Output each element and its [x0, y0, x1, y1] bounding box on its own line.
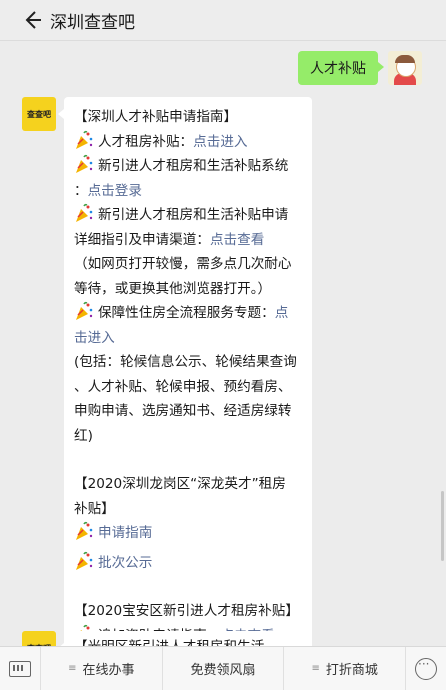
chat-header: 深圳查查吧	[0, 0, 446, 41]
bot-avatar[interactable]: 查查吧	[22, 97, 56, 131]
user-message-bubble: 人才补贴	[298, 51, 384, 85]
user-avatar[interactable]	[388, 51, 422, 85]
chat-title: 深圳查查吧	[50, 12, 135, 33]
item-text: 保障性住房全流程服务专题：	[98, 305, 275, 321]
chat-area[interactable]: 人才补贴 查查吧 【深圳人才补贴申请指南】 人才租房补贴：点击进入 新引进人才租…	[0, 41, 446, 646]
scrollbar-thumb[interactable]	[441, 491, 444, 561]
paren-text: (包括：轮候信息公示、轮候结果查询	[74, 354, 297, 370]
item-link[interactable]: 批次公示	[98, 555, 152, 571]
item-link[interactable]: 点击登录	[88, 183, 142, 199]
menu-label: 打折商城	[325, 663, 378, 678]
item-text: 新引进人才租房和生活补贴系统	[98, 158, 289, 174]
paren-text: 申购申请、选房通知书、经适房绿转	[74, 403, 292, 419]
menu-label: 免费领风扇	[190, 663, 256, 678]
item-text: 人才租房补贴：	[98, 133, 194, 150]
item-link[interactable]: 点	[275, 305, 289, 321]
party-popper-icon	[76, 301, 93, 320]
menu-lines-icon: ≡	[68, 663, 77, 674]
user-message-row: 人才补贴	[298, 51, 422, 85]
item-link[interactable]: 申请指南	[98, 525, 152, 541]
item-text: 详细指引及申请渠道：	[74, 231, 210, 248]
paren-text: 红)	[74, 427, 93, 444]
section-heading: 【光明区新引进人才租房和生活	[74, 635, 302, 646]
bot-avatar[interactable]: 查查吧	[22, 631, 56, 646]
menu-item-free-fan[interactable]: 免费领风扇	[163, 647, 285, 690]
note-text: （如网页打开较慢，需多点几次耐心	[74, 256, 292, 272]
menu-label: 在线办事	[82, 663, 135, 678]
menu-item-online-service[interactable]: ≡ 在线办事	[41, 647, 163, 690]
party-popper-icon	[76, 521, 93, 540]
item-text: 新引进人才租房和生活补贴申请	[98, 207, 289, 223]
section-heading: 【2020深圳龙岗区“深龙英才”租房	[74, 476, 286, 492]
section-heading: 【深圳人才补贴申请指南】	[74, 109, 238, 125]
bot-message-bubble: 【光明区新引进人才租房和生活	[58, 631, 312, 646]
note-text: 等待，或更换其他浏览器打开。）	[74, 280, 272, 297]
party-popper-icon	[76, 203, 93, 222]
section-heading: 补贴】	[74, 500, 115, 517]
item-link[interactable]: 击进入	[74, 330, 115, 346]
party-popper-icon	[76, 551, 93, 570]
bot-message-bubble: 【深圳人才补贴申请指南】 人才租房补贴：点击进入 新引进人才租房和生活补贴系统 …	[58, 97, 312, 646]
party-popper-icon	[76, 130, 93, 149]
more-options-icon[interactable]	[406, 647, 446, 690]
menu-lines-icon: ≡	[311, 663, 320, 674]
paren-text: 、人才补贴、轮候申报、预约看房、	[74, 378, 292, 395]
keyboard-toggle-icon[interactable]	[0, 647, 41, 690]
section-heading: 【2020宝安区新引进人才租房补贴】	[74, 603, 299, 619]
item-link[interactable]: 点击进入	[193, 134, 247, 150]
bottom-menu-bar: ≡ 在线办事 免费领风扇 ≡ 打折商城	[0, 646, 446, 690]
back-arrow-icon[interactable]	[22, 10, 42, 30]
item-link[interactable]: 点击查看	[210, 232, 264, 248]
menu-item-discount-mall[interactable]: ≡ 打折商城	[284, 647, 407, 690]
item-text: ：	[74, 182, 88, 199]
party-popper-icon	[76, 154, 93, 173]
